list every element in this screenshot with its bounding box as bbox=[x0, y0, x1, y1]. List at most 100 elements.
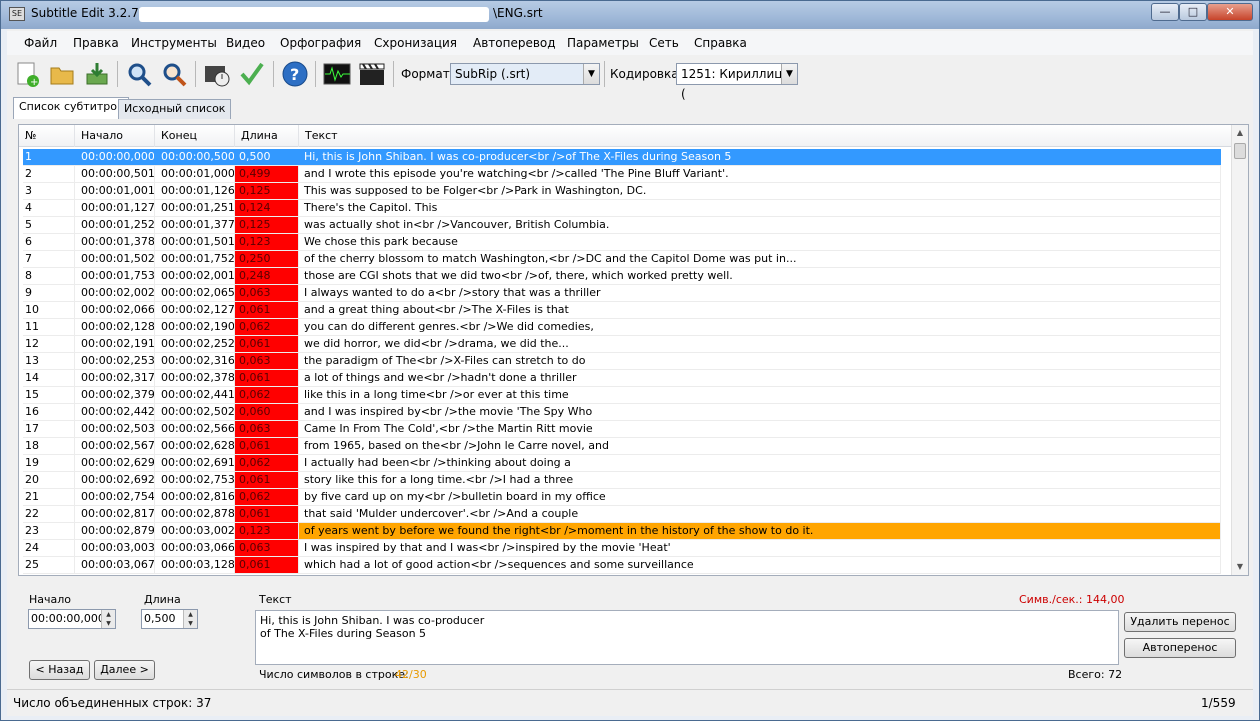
cell-end: 00:00:01,501 bbox=[155, 234, 235, 250]
table-row[interactable]: 14 00:00:02,317 00:00:02,378 0,061 a lot of … bbox=[23, 370, 1221, 387]
tab-original-list[interactable]: Исходный список bbox=[118, 99, 232, 119]
table-row[interactable]: 4 00:00:01,127 00:00:01,251 0,124 There's th… bbox=[23, 200, 1221, 217]
cell-end: 00:00:02,316 bbox=[155, 353, 235, 369]
spellcheck-icon[interactable] bbox=[237, 58, 267, 90]
col-header-text[interactable]: Текст bbox=[299, 125, 1232, 147]
search-icon[interactable] bbox=[124, 58, 154, 90]
col-header-start[interactable]: Начало bbox=[75, 125, 155, 147]
start-time-input[interactable]: 00:00:00,000 ▲ ▼ bbox=[28, 609, 116, 629]
table-row[interactable]: 22 00:00:02,817 00:00:02,878 0,061 that said… bbox=[23, 506, 1221, 523]
visual-sync-icon[interactable] bbox=[202, 58, 232, 90]
format-select-value: SubRip (.srt) bbox=[455, 67, 531, 81]
title-bar[interactable]: SE Subtitle Edit 3.2.7 - [ \ENG.srt — □ … bbox=[1, 1, 1259, 29]
menu-help[interactable]: Справка bbox=[694, 36, 747, 50]
table-row[interactable]: 18 00:00:02,567 00:00:02,628 0,061 from 1965… bbox=[23, 438, 1221, 455]
chevron-down-icon[interactable]: ▼ bbox=[583, 64, 599, 84]
table-row[interactable]: 5 00:00:01,252 00:00:01,377 0,125 was actual… bbox=[23, 217, 1221, 234]
cell-start: 00:00:02,692 bbox=[75, 472, 155, 488]
minimize-button[interactable]: — bbox=[1151, 3, 1179, 21]
cell-text: we did horror, we did<br />drama, we did… bbox=[299, 336, 1221, 352]
menu-file[interactable]: Файл bbox=[24, 36, 57, 50]
menu-network[interactable]: Сеть bbox=[649, 36, 679, 50]
tab-subtitle-list[interactable]: Список субтитров bbox=[13, 97, 130, 119]
table-row[interactable]: 6 00:00:01,378 00:00:01,501 0,123 We chose t… bbox=[23, 234, 1221, 251]
table-row[interactable]: 8 00:00:01,753 00:00:02,001 0,248 those are … bbox=[23, 268, 1221, 285]
table-row[interactable]: 11 00:00:02,128 00:00:02,190 0,062 you can d… bbox=[23, 319, 1221, 336]
table-row[interactable]: 19 00:00:02,629 00:00:02,691 0,062 I actuall… bbox=[23, 455, 1221, 472]
grid-scrollbar[interactable]: ▲ ▼ bbox=[1231, 125, 1248, 575]
table-row[interactable]: 10 00:00:02,066 00:00:02,127 0,061 and a gre… bbox=[23, 302, 1221, 319]
table-row[interactable]: 3 00:00:01,001 00:00:01,126 0,125 This was s… bbox=[23, 183, 1221, 200]
table-row[interactable]: 17 00:00:02,503 00:00:02,566 0,063 Came In F… bbox=[23, 421, 1221, 438]
subtitle-grid[interactable]: № Начало Конец Длина Текст 1 00:00:00,000… bbox=[18, 124, 1249, 576]
open-folder-icon[interactable] bbox=[47, 58, 77, 90]
cell-number: 10 bbox=[23, 302, 75, 318]
cell-number: 11 bbox=[23, 319, 75, 335]
replace-icon[interactable] bbox=[159, 58, 189, 90]
format-select[interactable]: SubRip (.srt) ▼ bbox=[450, 63, 600, 85]
cell-text: This was supposed to be Folger<br />Park… bbox=[299, 183, 1221, 199]
menu-video[interactable]: Видео bbox=[226, 36, 265, 50]
menu-spellcheck[interactable]: Орфография bbox=[280, 36, 361, 50]
cell-text: the paradigm of The<br />X-Files can str… bbox=[299, 353, 1221, 369]
cell-start: 00:00:02,879 bbox=[75, 523, 155, 539]
duration-input[interactable]: 0,500 ▲ ▼ bbox=[141, 609, 198, 629]
table-row[interactable]: 16 00:00:02,442 00:00:02,502 0,060 and I was… bbox=[23, 404, 1221, 421]
cell-duration: 0,125 bbox=[235, 183, 299, 199]
spin-arrows-icon[interactable]: ▲ ▼ bbox=[183, 610, 197, 628]
table-row[interactable]: 9 00:00:02,002 00:00:02,065 0,063 I always w… bbox=[23, 285, 1221, 302]
close-button[interactable]: ✕ bbox=[1207, 3, 1253, 21]
maximize-button[interactable]: □ bbox=[1179, 3, 1207, 21]
table-row[interactable]: 7 00:00:01,502 00:00:01,752 0,250 of the che… bbox=[23, 251, 1221, 268]
cell-end: 00:00:02,001 bbox=[155, 268, 235, 284]
table-row[interactable]: 1 00:00:00,000 00:00:00,500 0,500 Hi, this i… bbox=[23, 149, 1221, 166]
cell-end: 00:00:01,251 bbox=[155, 200, 235, 216]
help-icon[interactable]: ? bbox=[280, 58, 310, 90]
table-row[interactable]: 15 00:00:02,379 00:00:02,441 0,062 like this… bbox=[23, 387, 1221, 404]
table-row[interactable]: 24 00:00:03,003 00:00:03,066 0,063 I was ins… bbox=[23, 540, 1221, 557]
remove-linebreak-button[interactable]: Удалить перенос bbox=[1124, 612, 1236, 632]
scroll-up-icon[interactable]: ▲ bbox=[1232, 125, 1248, 141]
auto-break-button[interactable]: Автоперенос bbox=[1124, 638, 1236, 658]
cell-end: 00:00:02,378 bbox=[155, 370, 235, 386]
new-file-icon[interactable]: + bbox=[12, 58, 42, 90]
scroll-thumb[interactable] bbox=[1234, 143, 1246, 159]
menu-edit[interactable]: Правка bbox=[73, 36, 119, 50]
save-icon[interactable] bbox=[82, 58, 112, 90]
cell-duration: 0,061 bbox=[235, 336, 299, 352]
table-row[interactable]: 12 00:00:02,191 00:00:02,252 0,061 we did ho… bbox=[23, 336, 1221, 353]
cell-number: 1 bbox=[23, 149, 75, 165]
table-row[interactable]: 21 00:00:02,754 00:00:02,816 0,062 by five c… bbox=[23, 489, 1221, 506]
col-header-duration[interactable]: Длина bbox=[235, 125, 299, 147]
video-clapper-icon[interactable] bbox=[357, 58, 387, 90]
table-row[interactable]: 2 00:00:00,501 00:00:01,000 0,499 and I wrot… bbox=[23, 166, 1221, 183]
subtitle-text-editor[interactable]: Hi, this is John Shiban. I was co-produc… bbox=[255, 610, 1119, 665]
cell-end: 00:00:02,502 bbox=[155, 404, 235, 420]
spin-arrows-icon[interactable]: ▲ ▼ bbox=[101, 610, 115, 628]
cell-start: 00:00:02,629 bbox=[75, 455, 155, 471]
col-header-number[interactable]: № bbox=[19, 125, 75, 147]
table-row[interactable]: 20 00:00:02,692 00:00:02,753 0,061 story lik… bbox=[23, 472, 1221, 489]
menu-bar: Файл Правка Инструменты Видео Орфография… bbox=[7, 31, 1253, 55]
menu-sync[interactable]: Схронизация bbox=[374, 36, 457, 50]
table-row[interactable]: 13 00:00:02,253 00:00:02,316 0,063 the parad… bbox=[23, 353, 1221, 370]
menu-autotranslate[interactable]: Автоперевод bbox=[473, 36, 556, 50]
menu-tools[interactable]: Инструменты bbox=[131, 36, 217, 50]
waveform-icon[interactable] bbox=[322, 58, 352, 90]
next-button[interactable]: Далее > bbox=[94, 660, 155, 680]
table-row[interactable]: 25 00:00:03,067 00:00:03,128 0,061 which had… bbox=[23, 557, 1221, 574]
cell-text: I was inspired by that and I was<br />in… bbox=[299, 540, 1221, 556]
format-label: Формат bbox=[401, 67, 450, 81]
menu-options[interactable]: Параметры bbox=[567, 36, 639, 50]
previous-button[interactable]: < Назад bbox=[29, 660, 90, 680]
cell-number: 25 bbox=[23, 557, 75, 573]
cell-start: 00:00:02,317 bbox=[75, 370, 155, 386]
chevron-down-icon[interactable]: ▼ bbox=[781, 64, 797, 84]
table-row[interactable]: 23 00:00:02,879 00:00:03,002 0,123 of years … bbox=[23, 523, 1221, 540]
encoding-select[interactable]: 1251: Кириллица ( ▼ bbox=[676, 63, 798, 101]
col-header-end[interactable]: Конец bbox=[155, 125, 235, 147]
cell-duration: 0,123 bbox=[235, 523, 299, 539]
encoding-label: Кодировка bbox=[610, 67, 679, 81]
scroll-down-icon[interactable]: ▼ bbox=[1232, 559, 1248, 575]
cell-duration: 0,061 bbox=[235, 506, 299, 522]
